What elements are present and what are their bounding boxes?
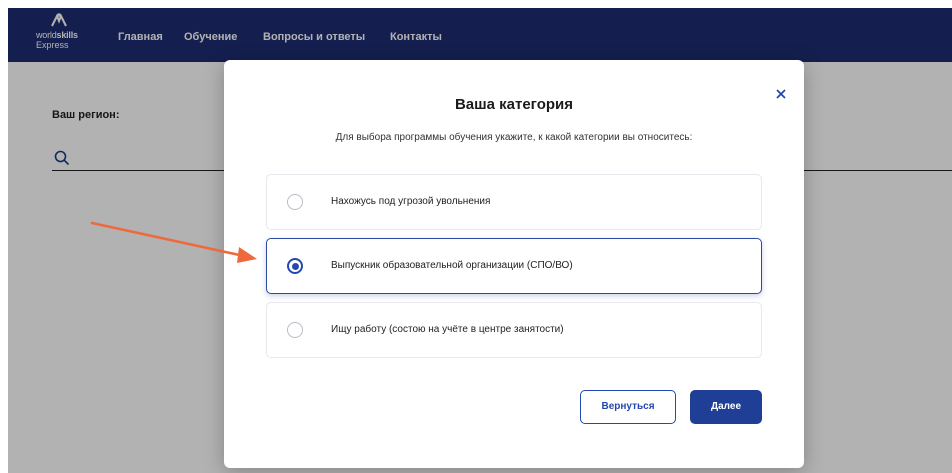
category-option-job-seeker[interactable]: Ищу работу (состою на учёте в центре зан… (266, 302, 762, 358)
radio-button[interactable] (287, 322, 303, 338)
radio-button[interactable] (287, 194, 303, 210)
radio-button-selected[interactable] (287, 258, 303, 274)
category-modal: Ваша категория Для выбора программы обуч… (224, 60, 804, 468)
option-label: Ищу работу (состою на учёте в центре зан… (331, 324, 564, 335)
category-option-dismissal[interactable]: Нахожусь под угрозой увольнения (266, 174, 762, 230)
modal-subtitle: Для выбора программы обучения укажите, к… (335, 132, 693, 143)
option-label: Нахожусь под угрозой увольнения (331, 196, 491, 207)
browser-viewport: worldskills Express Главная Обучение Воп… (8, 8, 952, 473)
modal-title: Ваша категория (454, 96, 574, 113)
option-label: Выпускник образовательной организации (С… (331, 260, 573, 271)
category-option-graduate[interactable]: Выпускник образовательной организации (С… (266, 238, 762, 294)
back-button[interactable]: Вернуться (580, 390, 676, 424)
next-button[interactable]: Далее (690, 390, 762, 424)
